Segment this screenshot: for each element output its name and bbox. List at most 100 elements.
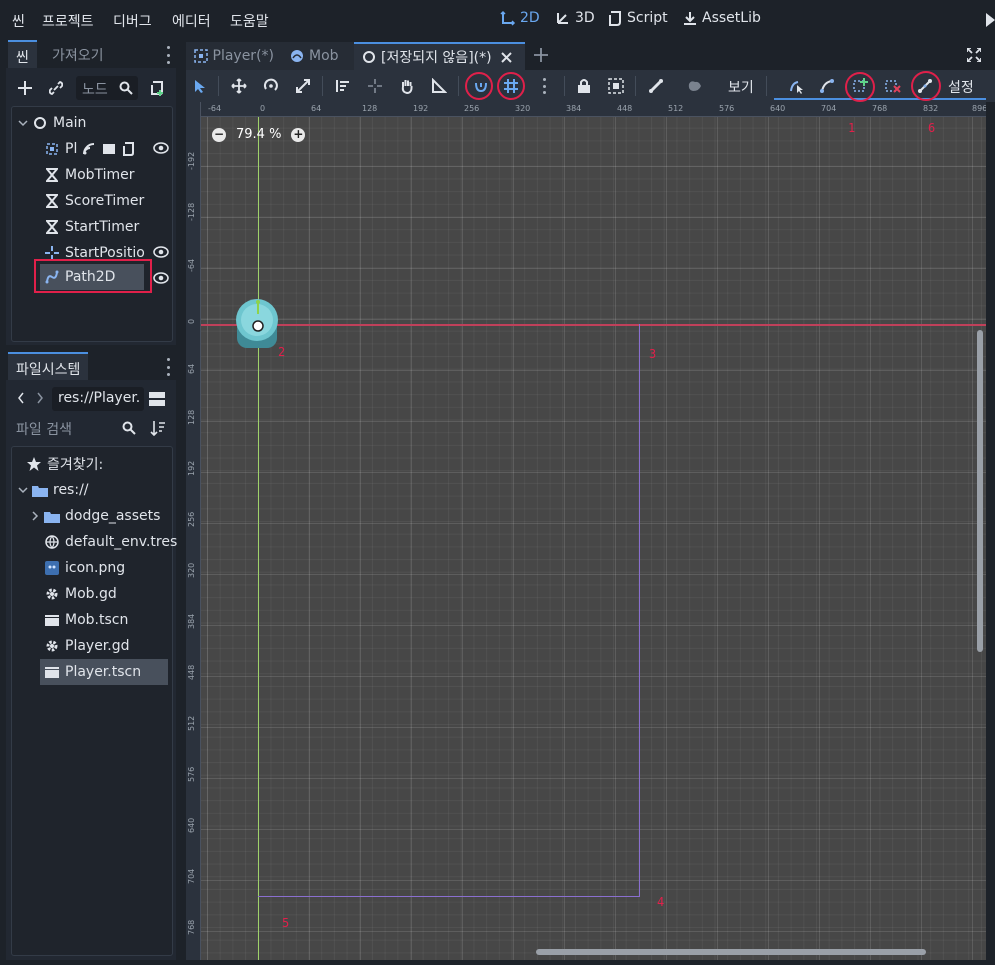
tab-unsaved[interactable]: [저장되지 않음](*): [354, 42, 525, 70]
ruler-tool-button[interactable]: [428, 75, 450, 97]
node2d-icon: [32, 115, 48, 131]
scene-dock-menu-icon[interactable]: [165, 46, 171, 64]
pan-tool-button[interactable]: [396, 75, 418, 97]
horizontal-scrollbar[interactable]: [536, 949, 926, 955]
menu-debug[interactable]: 디버그: [113, 11, 152, 31]
sort-icon[interactable]: [150, 420, 166, 436]
chevron-down-icon[interactable]: [18, 485, 28, 495]
highlight-circle: [497, 72, 525, 100]
file-search-input[interactable]: 파일 검색: [12, 416, 140, 440]
close-icon[interactable]: [500, 51, 512, 63]
player-sprite[interactable]: [235, 298, 281, 354]
folder-dodge-assets[interactable]: dodge_assets: [30, 503, 160, 529]
split-view-icon[interactable]: [149, 391, 165, 407]
mode-script-button[interactable]: Script: [607, 10, 668, 26]
link-icon[interactable]: [49, 81, 63, 95]
tree-item-scoretimer[interactable]: ScoreTimer: [44, 188, 144, 214]
scene-tabs: Player(*) Mob [저장되지 않음](*): [186, 40, 995, 70]
file-icon-png[interactable]: icon.png: [44, 555, 125, 581]
scale-tool-button[interactable]: [292, 75, 314, 97]
open-scene-icon[interactable]: [102, 143, 116, 155]
file-mob-gd[interactable]: Mob.gd: [44, 581, 117, 607]
signal-icon[interactable]: [83, 143, 95, 155]
file-label: Player.gd: [65, 638, 130, 654]
file-label: Player.tscn: [65, 664, 142, 680]
tab-scene[interactable]: 씬: [8, 40, 37, 68]
ruler-tick: 768: [187, 919, 196, 935]
settings-menu[interactable]: 설정: [948, 77, 974, 97]
view-menu[interactable]: 보기: [728, 77, 754, 97]
tab-filesystem[interactable]: 파일시스템: [8, 352, 89, 380]
zoom-out-button[interactable]: −: [212, 127, 226, 142]
rigidbody-icon: [291, 50, 303, 62]
tree-item-mobtimer[interactable]: MobTimer: [44, 162, 135, 188]
timer-icon: [44, 167, 60, 183]
snap-options-button[interactable]: [533, 75, 555, 97]
tab-mob[interactable]: Mob: [282, 42, 354, 70]
skeleton-button[interactable]: [645, 75, 667, 97]
path-field[interactable]: res://Player.: [52, 387, 144, 411]
select-points-button[interactable]: [785, 75, 807, 97]
tree-item-starttimer[interactable]: StartTimer: [44, 214, 139, 240]
file-default-env[interactable]: default_env.tres: [44, 529, 177, 555]
pivot-tool-button[interactable]: [364, 75, 386, 97]
mode-assetlib-button[interactable]: AssetLib: [682, 10, 761, 26]
visibility-eye-icon[interactable]: [153, 272, 169, 284]
ruler-tick: 448: [187, 664, 196, 680]
file-player-gd[interactable]: Player.gd: [44, 633, 130, 659]
vertical-scrollbar[interactable]: [977, 330, 983, 652]
tab-label: Mob: [309, 48, 339, 64]
visibility-eye-icon[interactable]: [153, 142, 169, 154]
move-tool-button[interactable]: [228, 75, 250, 97]
menu-editor[interactable]: 에디터: [172, 11, 211, 31]
rotate-tool-button[interactable]: [260, 75, 282, 97]
fullscreen-icon[interactable]: [967, 48, 981, 62]
delete-point-button[interactable]: [882, 75, 904, 97]
select-control-points-button[interactable]: [817, 75, 839, 97]
lock-icon: [578, 79, 590, 93]
chevron-right-icon[interactable]: [30, 511, 40, 521]
cursor-icon: [195, 80, 205, 93]
select-tool-button[interactable]: [189, 75, 211, 97]
filesystem-dock-menu-icon[interactable]: [165, 358, 171, 376]
mode-2d-button[interactable]: 2D: [500, 10, 540, 26]
favorites-row[interactable]: 즐겨찾기:: [26, 451, 103, 477]
script-icon[interactable]: [122, 142, 135, 156]
back-icon[interactable]: [17, 392, 25, 404]
zoom-in-button[interactable]: +: [291, 127, 306, 142]
camera-button[interactable]: [684, 75, 706, 97]
tree-item-path2d[interactable]: Path2D: [40, 264, 144, 290]
mode-2d-label: 2D: [520, 10, 540, 26]
forward-icon[interactable]: [36, 392, 44, 404]
play-icon[interactable]: [986, 13, 995, 27]
ruler-tick: 704: [187, 868, 196, 884]
tree-item-player[interactable]: Pl: [44, 136, 135, 162]
ruler-tick: 384: [187, 613, 196, 629]
tab-import[interactable]: 가져오기: [44, 40, 112, 68]
tree-item-main[interactable]: Main: [18, 110, 86, 136]
tab-player[interactable]: Player(*): [186, 42, 282, 70]
add-node-icon[interactable]: [18, 81, 32, 95]
menu-project[interactable]: 프로젝트: [42, 11, 94, 31]
file-mob-tscn[interactable]: Mob.tscn: [44, 607, 128, 633]
highlight-circle: [911, 71, 941, 101]
pivot-icon: [368, 79, 382, 93]
folder-root[interactable]: res://: [18, 477, 89, 503]
node-filter-input[interactable]: 노드: [76, 76, 138, 100]
mode-assetlib-label: AssetLib: [702, 10, 761, 26]
chevron-down-icon[interactable]: [18, 118, 28, 128]
canvas-viewport[interactable]: -64 0 64 128 192 256 320 384 448 512 576…: [186, 102, 986, 960]
menu-scene[interactable]: 씬: [12, 11, 25, 31]
visibility-eye-icon[interactable]: [153, 246, 169, 258]
ruler-tick: 448: [617, 104, 633, 113]
file-player-tscn[interactable]: Player.tscn: [40, 659, 168, 685]
mode-3d-button[interactable]: 3D: [555, 10, 595, 26]
attach-script-icon[interactable]: [150, 80, 166, 96]
lock-button[interactable]: [573, 75, 595, 97]
filesystem-dock-tabs: 파일시스템: [6, 352, 176, 380]
add-tab-icon[interactable]: [534, 48, 548, 62]
menu-help[interactable]: 도움말: [230, 11, 269, 31]
list-select-button[interactable]: [332, 75, 354, 97]
ruler-icon: [432, 78, 447, 93]
group-button[interactable]: [605, 75, 627, 97]
